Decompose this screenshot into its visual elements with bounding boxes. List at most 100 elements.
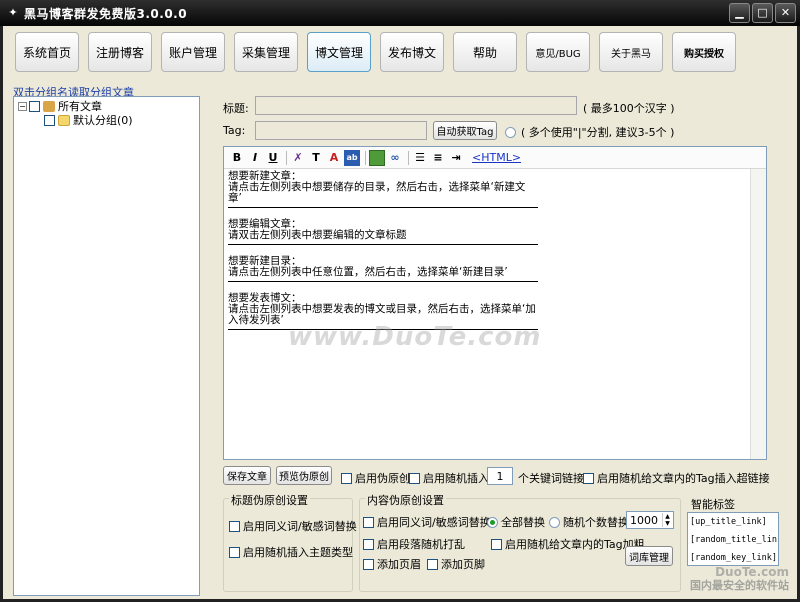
clear-format-icon[interactable]: ✗	[290, 150, 306, 166]
tree-node-default[interactable]: 默认分组(0)	[18, 113, 195, 127]
smart-tag-item[interactable]: [up_title_link]	[690, 513, 778, 531]
title-synonym-checkbox[interactable]	[229, 520, 240, 532]
add-footer-option[interactable]: 添加页脚	[427, 556, 485, 572]
tag-bold-option[interactable]: 启用随机给文章内的Tag加粗	[491, 536, 645, 552]
close-icon[interactable]: ✕	[775, 3, 796, 23]
smart-tags-title: 智能标签	[691, 498, 735, 511]
tag-label: Tag:	[223, 124, 246, 137]
tag-input[interactable]	[255, 121, 427, 140]
title-topic-option[interactable]: 启用随机插入主题类型	[229, 544, 353, 560]
add-footer-label: 添加页脚	[441, 558, 485, 571]
stepper-arrows-icon[interactable]: ▲ ▼	[662, 513, 672, 527]
preview-fake-button[interactable]: 预览伪原创	[276, 466, 332, 485]
content-editor[interactable]: B I U ✗ T A ab ∞ ☰ ≡ ⇥ <HTML> 想要新建文章： 请点…	[223, 146, 767, 460]
editor-paragraph: 想要新建目录： 请点击左侧列表中任意位置，然后右击，选择菜单‘新建目录’	[228, 256, 538, 282]
shuffle-label: 启用段落随机打乱	[377, 538, 465, 551]
folder-icon	[58, 114, 70, 126]
smart-tag-item[interactable]: [random_title_link]	[690, 531, 778, 549]
editor-scrollbar[interactable]	[750, 169, 766, 459]
random-count-value: 1000	[630, 513, 658, 527]
nav-home-button[interactable]: 系统首页	[15, 32, 79, 72]
title-topic-label: 启用随机插入主题类型	[243, 546, 353, 559]
content-synonym-option[interactable]: 启用同义词/敏感词替换	[363, 514, 491, 530]
title-synonym-option[interactable]: 启用同义词/敏感词替换	[229, 518, 357, 534]
random-tag-link-option[interactable]: 启用随机给文章内的Tag插入超链接	[583, 470, 770, 486]
window-title: 黑马博客群发免费版3.0.0.0	[24, 6, 188, 21]
replace-random-radio[interactable]	[549, 516, 560, 528]
tree-node-root[interactable]: − 所有文章	[18, 99, 195, 113]
toolbar-separator	[408, 150, 409, 165]
add-header-checkbox[interactable]	[363, 558, 374, 570]
app-logo-icon: ✦	[8, 6, 18, 19]
save-article-button[interactable]: 保存文章	[223, 466, 271, 485]
font-color-icon[interactable]: A	[326, 150, 342, 166]
editor-body[interactable]: 想要新建文章： 请点击左侧列表中想要储存的目录，然后右击，选择菜单‘新建文章’ …	[224, 169, 766, 343]
tree-checkbox[interactable]	[29, 100, 40, 112]
dictionary-button[interactable]: 词库管理	[625, 546, 673, 566]
minimize-icon[interactable]: ▁	[729, 3, 750, 23]
replace-all-label: 全部替换	[501, 516, 545, 529]
shuffle-option[interactable]: 启用段落随机打乱	[363, 536, 465, 552]
title-input[interactable]	[255, 96, 577, 115]
editor-paragraph: 想要编辑文章： 请双击左侧列表中想要编辑的文章标题	[228, 219, 538, 245]
font-size-icon[interactable]: T	[308, 150, 324, 166]
tree-checkbox[interactable]	[44, 114, 55, 126]
title-topic-checkbox[interactable]	[229, 546, 240, 558]
random-insert-checkbox[interactable]	[409, 472, 420, 484]
toolbar-separator	[365, 150, 366, 165]
watermark-slogan: 国内最安全的软件站	[690, 579, 789, 592]
add-header-option[interactable]: 添加页眉	[363, 556, 421, 572]
paragraph-line: 请双击左侧列表中想要编辑的文章标题	[228, 229, 407, 241]
italic-icon[interactable]: I	[247, 150, 263, 166]
nav-feedback-button[interactable]: 意见/BUG	[526, 32, 590, 72]
content-synonym-checkbox[interactable]	[363, 516, 374, 528]
title-hint: ( 最多100个汉字 )	[583, 102, 675, 115]
nav-posts-button[interactable]: 博文管理	[307, 32, 371, 72]
image-icon[interactable]	[369, 149, 385, 166]
content-fake-group-title: 内容伪原创设置	[365, 492, 446, 508]
title-synonym-label: 启用同义词/敏感词替换	[243, 520, 357, 533]
indent-icon[interactable]: ⇥	[448, 150, 464, 166]
nav-about-button[interactable]: 关于黑马	[599, 32, 663, 72]
highlight-icon[interactable]: ab	[344, 149, 360, 166]
nav-bar: 系统首页 注册博客 账户管理 采集管理 博文管理 发布博文 帮助 意见/BUG …	[15, 32, 745, 72]
nav-help-button[interactable]: 帮助	[453, 32, 517, 72]
underline-icon[interactable]: U	[265, 150, 281, 166]
shuffle-checkbox[interactable]	[363, 538, 374, 550]
content-synonym-label: 启用同义词/敏感词替换	[377, 516, 491, 529]
tag-bold-label: 启用随机给文章内的Tag加粗	[505, 538, 645, 551]
nav-account-button[interactable]: 账户管理	[161, 32, 225, 72]
random-insert-label: 启用随机插入	[423, 472, 489, 485]
category-tree[interactable]: − 所有文章 默认分组(0)	[13, 96, 200, 596]
align-icon[interactable]: ☰	[412, 150, 428, 166]
bold-icon[interactable]: B	[229, 150, 245, 166]
enable-fake-checkbox[interactable]	[341, 472, 352, 484]
paragraph-line: 请点击左侧列表中任意位置，然后右击，选择菜单‘新建目录’	[228, 266, 508, 278]
maximize-icon[interactable]: □	[752, 3, 773, 23]
tag-bold-checkbox[interactable]	[491, 538, 502, 550]
replace-all-radio[interactable]	[487, 516, 498, 528]
tag-radio[interactable]	[505, 127, 516, 138]
nav-collect-button[interactable]: 采集管理	[234, 32, 298, 72]
nav-publish-button[interactable]: 发布博文	[380, 32, 444, 72]
replace-all-option[interactable]: 全部替换	[487, 514, 545, 530]
link-icon[interactable]: ∞	[387, 150, 403, 166]
nav-buy-button[interactable]: 购买授权	[672, 32, 736, 72]
random-count-stepper[interactable]: 1000 ▲ ▼	[626, 511, 674, 529]
list-icon[interactable]: ≡	[430, 150, 446, 166]
html-mode-link[interactable]: <HTML>	[472, 151, 521, 164]
auto-tag-button[interactable]: 自动获取Tag	[433, 121, 497, 140]
tag-hint: ( 多个使用"|"分割, 建议3-5个 )	[521, 126, 675, 139]
nav-register-button[interactable]: 注册博客	[88, 32, 152, 72]
smart-tags-list[interactable]: [up_title_link] [random_title_link] [ran…	[687, 512, 779, 566]
title-fake-group-title: 标题伪原创设置	[229, 492, 310, 508]
keyword-count-input[interactable]: 1	[487, 467, 513, 485]
enable-fake-option[interactable]: 启用伪原创	[341, 470, 410, 486]
random-tag-link-checkbox[interactable]	[583, 472, 594, 484]
add-footer-checkbox[interactable]	[427, 558, 438, 570]
title-bar: ✦ 黑马博客群发免费版3.0.0.0 ▁ □ ✕	[0, 0, 800, 26]
replace-random-option[interactable]: 随机个数替换	[549, 514, 629, 530]
smart-tag-item[interactable]: [random_key_link]	[690, 549, 778, 565]
collapse-icon[interactable]: −	[18, 101, 27, 111]
random-insert-option[interactable]: 启用随机插入	[409, 470, 489, 486]
